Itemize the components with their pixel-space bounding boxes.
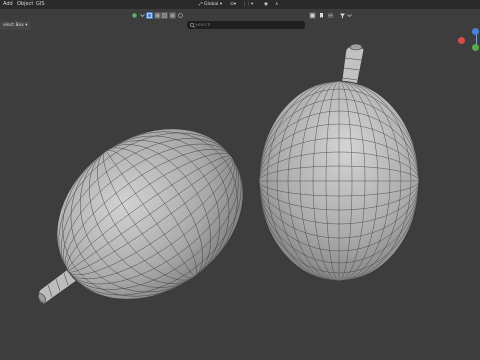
mesh-select-button[interactable] (327, 12, 334, 19)
menu-add[interactable]: Add (2, 1, 14, 8)
right-fruit-mesh (258, 80, 420, 282)
bookmark-icon (320, 13, 323, 18)
menu-gis[interactable]: GIS (35, 1, 46, 8)
gizmo-x-icon[interactable] (458, 37, 465, 44)
snap-icon: ⋮⋮▾ (242, 2, 254, 7)
gizmo-z-icon[interactable] (472, 28, 479, 35)
mesh-select-icon (328, 13, 333, 18)
falloff-icon: ∧ (275, 2, 279, 7)
select-mode-circle[interactable] (177, 12, 184, 19)
face-select-icon (162, 13, 167, 18)
proportional-falloff-dropdown[interactable]: ∧ (273, 1, 281, 8)
edge-select-icon (155, 13, 160, 18)
search-input[interactable] (195, 21, 301, 29)
select-mode-face[interactable] (161, 12, 168, 19)
chevron-down-icon: ▾ (218, 2, 223, 7)
filter-dropdown[interactable] (346, 12, 353, 19)
square-select-icon (170, 13, 175, 18)
proportional-icon: ◉ (264, 2, 268, 7)
chevron-down-icon: ▾ (25, 23, 28, 28)
menu-bar: Add Object GIS ⤢ Global ▾ ⊙▾ ⋮⋮▾ ◉ ∧ (0, 0, 480, 9)
overlay-toggle[interactable] (131, 12, 138, 19)
gizmo-y-icon[interactable] (472, 44, 479, 51)
search-field[interactable] (187, 21, 305, 29)
left-fruit-mesh (56, 128, 244, 300)
shading-solid-button[interactable] (309, 12, 316, 19)
select-mode-extra[interactable] (169, 12, 176, 19)
menu-object[interactable]: Object (16, 1, 34, 8)
viewport-header: elect Box ▾ (0, 10, 480, 30)
bookmark-button[interactable] (318, 12, 325, 19)
pivot-icon: ⊙▾ (230, 2, 237, 7)
pivot-dropdown[interactable]: ⊙▾ (228, 1, 239, 8)
select-box-label: elect Box (3, 23, 24, 28)
select-mode-edge[interactable] (154, 12, 161, 19)
chevron-down-icon (140, 14, 145, 17)
filter-icon (340, 13, 345, 18)
3d-viewport[interactable]: Add Object GIS ⤢ Global ▾ ⊙▾ ⋮⋮▾ ◉ ∧ ele… (0, 0, 480, 360)
snap-dropdown[interactable]: ⋮⋮▾ (240, 1, 256, 8)
vertex-select-icon (147, 13, 152, 18)
chevron-button[interactable] (139, 12, 146, 19)
solid-shading-icon (310, 13, 315, 18)
orientation-label: Global (204, 2, 219, 7)
select-box-dropdown[interactable]: elect Box ▾ (0, 21, 31, 30)
filter-button[interactable] (339, 12, 346, 19)
select-mode-vertex[interactable] (146, 12, 153, 19)
chevron-down-icon (347, 14, 352, 17)
green-dot-icon (132, 13, 137, 18)
circle-select-icon (178, 13, 183, 18)
scene-canvas[interactable] (0, 0, 480, 360)
transform-orientation-dropdown[interactable]: ⤢ Global ▾ (197, 1, 225, 8)
proportional-editing-toggle[interactable]: ◉ (262, 1, 270, 8)
